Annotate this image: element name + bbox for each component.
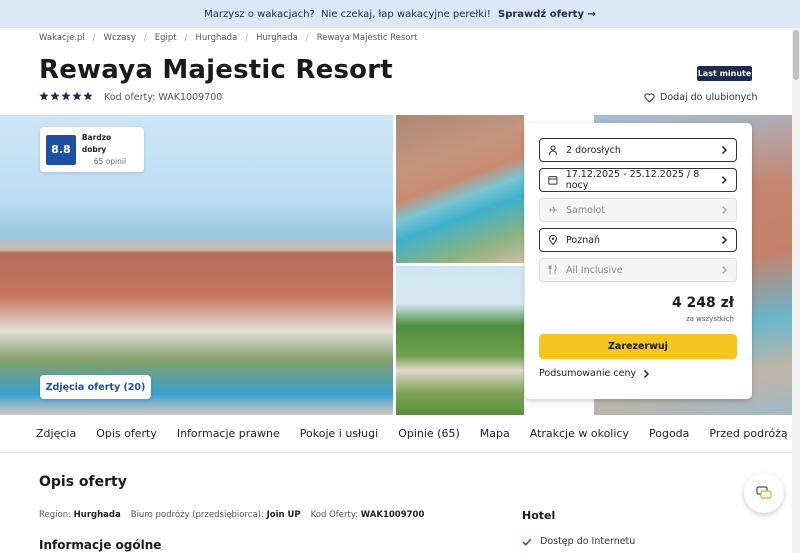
chevron-right-icon [721, 236, 728, 244]
hotel-feature-item: Dostęp do Internetu [522, 536, 635, 547]
chevron-right-icon [721, 146, 728, 154]
board-value: All Inclusive [566, 264, 623, 276]
tab-legal-info[interactable]: Informacje prawne [177, 427, 280, 440]
location-pin-icon [548, 235, 558, 245]
travelers-select[interactable]: 2 dorosłych [539, 138, 737, 162]
promo-topbar: Marzysz o wakacjach? Nie czekaj, łap wak… [0, 0, 800, 28]
breadcrumb-item[interactable]: Hurghada [256, 33, 298, 43]
page-scrollbar[interactable] [792, 28, 800, 553]
breadcrumb-current: Rewaya Majestic Resort [316, 33, 418, 43]
check-offers-link[interactable]: Sprawdź oferty → [498, 9, 596, 20]
region-info: Region: Hurghada [39, 510, 121, 520]
tab-reviews[interactable]: Opinie (65) [398, 427, 460, 440]
operator-label: Biuro podróży (przedsiębiorca): [130, 510, 264, 520]
tab-before-travel[interactable]: Przed podróżą [709, 427, 787, 440]
general-info-title: Informacje ogólne [39, 538, 162, 552]
price-summary-label: Podsumowanie ceny [539, 368, 637, 379]
offer-description-title: Opis oferty [39, 474, 127, 490]
breadcrumb-item[interactable]: Hurghada [195, 33, 237, 43]
chevron-right-icon [644, 369, 650, 378]
operator-value: Join UP [266, 510, 301, 520]
last-minute-badge: Last minute [697, 66, 752, 81]
tab-rooms-services[interactable]: Pokoje i usługi [300, 427, 378, 440]
tab-attractions[interactable]: Atrakcje w okolicy [530, 427, 629, 440]
price-note: za wszystkich [685, 315, 734, 323]
chat-button[interactable] [744, 473, 784, 513]
breadcrumb-separator: / [305, 33, 309, 43]
checkmark-icon [522, 538, 532, 546]
reserve-button[interactable]: Zarezerwuj [539, 334, 737, 359]
price-summary-link[interactable]: Podsumowanie ceny [539, 368, 650, 379]
offer-code-value: WAK1009700 [360, 510, 425, 520]
tab-photos[interactable]: Zdjęcia [36, 427, 76, 440]
star-rating [39, 91, 93, 101]
offer-meta: Region: Hurghada Biuro podróży (przedsię… [39, 510, 424, 520]
operator-info: Biuro podróży (przedsiębiorca): Join UP [131, 510, 301, 520]
gallery-photo[interactable] [396, 115, 524, 263]
gallery-photo[interactable] [396, 266, 524, 415]
breadcrumb-item[interactable]: Wakacje.pl [39, 33, 85, 43]
favorites-label: Dodaj do ulubionych [660, 92, 758, 103]
rating-score: 8.8 [46, 134, 76, 165]
rating-card[interactable]: 8.8 Bardzo dobry 65 opinii [40, 127, 144, 172]
breadcrumb: Wakacje.pl / Wczasy / Egipt / Hurghada /… [39, 33, 417, 43]
chevron-right-icon [722, 176, 728, 184]
breadcrumb-separator: / [184, 33, 188, 43]
rating-text: Bardzo dobry 65 opinii [82, 132, 138, 168]
scrollbar-thumb[interactable] [793, 30, 799, 80]
transport-value: Samolot [566, 204, 606, 216]
chat-icon [756, 486, 772, 499]
departure-city-value: Poznań [566, 234, 601, 246]
breadcrumb-item[interactable]: Egipt [155, 33, 177, 43]
offer-code-info: Kod Oferty: WAK1009700 [311, 510, 425, 520]
star-icon [50, 91, 60, 101]
transport-select: Samolot [539, 198, 737, 222]
tab-weather[interactable]: Pogoda [649, 427, 689, 440]
travelers-value: 2 dorosłych [566, 144, 621, 156]
hotel-feature-label: Dostęp do Internetu [540, 536, 636, 547]
breadcrumb-separator: / [245, 33, 249, 43]
star-icon [39, 91, 49, 101]
board-select: All Inclusive [539, 258, 737, 282]
booking-panel: 2 dorosłych 17.12.2025 - 25.12.2025 / 8 … [525, 123, 752, 399]
departure-city-select[interactable]: Poznań [539, 228, 737, 252]
review-count: 65 opinii [93, 156, 127, 166]
star-icon [83, 91, 93, 101]
hotel-title: Rewaya Majestic Resort [39, 55, 393, 85]
breadcrumb-item[interactable]: Wczasy [104, 33, 136, 43]
dates-select[interactable]: 17.12.2025 - 25.12.2025 / 8 nocy [539, 168, 737, 192]
breadcrumb-separator: / [92, 33, 96, 43]
chevron-right-icon [721, 206, 728, 214]
tab-map[interactable]: Mapa [480, 427, 510, 440]
cutlery-icon [548, 265, 557, 275]
section-tabs: Zdjęcia Opis oferty Informacje prawne Po… [0, 415, 800, 453]
star-icon [72, 91, 82, 101]
person-icon [549, 145, 557, 155]
hotel-features-title: Hotel [522, 509, 556, 522]
photos-button[interactable]: Zdjęcia oferty (20) [40, 375, 151, 399]
offer-code-label: Kod Oferty: [310, 510, 359, 520]
tab-offer-description[interactable]: Opis oferty [96, 427, 157, 440]
dates-value: 17.12.2025 - 25.12.2025 / 8 nocy [565, 169, 700, 191]
rating-label: Bardzo dobry [81, 132, 112, 154]
region-label: Region: [39, 510, 71, 520]
add-to-favorites-button[interactable]: Dodaj do ulubionych [644, 92, 758, 103]
promo-message: Marzysz o wakacjach? Nie czekaj, łap wak… [204, 8, 494, 20]
star-icon [61, 91, 71, 101]
heart-icon [644, 92, 655, 103]
calendar-icon [548, 176, 558, 185]
plane-icon [549, 206, 557, 214]
region-value: Hurghada [73, 510, 121, 520]
total-price: 4 248 zł [671, 295, 734, 311]
offer-code: Kod oferty: WAK1009700 [104, 92, 223, 103]
chevron-right-icon [721, 266, 728, 274]
breadcrumb-separator: / [143, 33, 147, 43]
